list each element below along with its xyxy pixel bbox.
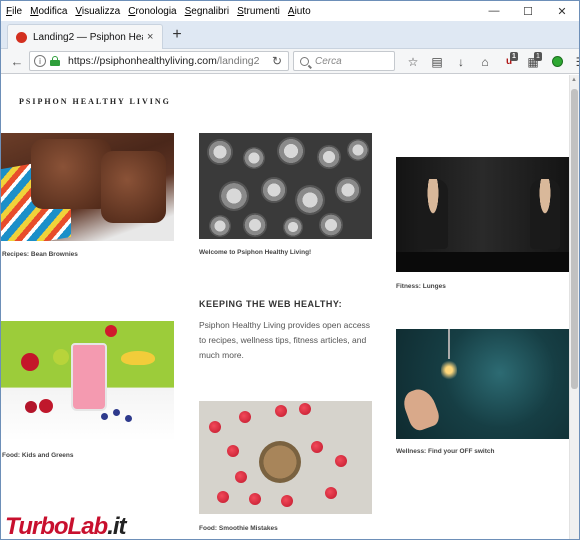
extension-icon[interactable]: ▦ 1 — [521, 52, 545, 71]
section-heading: KEEPING THE WEB HEALTHY: — [199, 299, 343, 309]
menu-segnalibri[interactable]: Segnalibri — [185, 6, 229, 17]
turbolab-watermark-logo: TurboLab.it — [5, 513, 127, 540]
psiphon-status-icon[interactable] — [545, 52, 569, 71]
site-logo[interactable]: PSIPHON HEALTHY LIVING — [19, 97, 171, 106]
home-icon[interactable]: ⌂ — [473, 52, 497, 71]
menu-file[interactable]: File — [6, 6, 22, 17]
menu-modifica[interactable]: Modifica — [30, 6, 67, 17]
card-image-bean-brownies[interactable] — [1, 133, 174, 241]
hamburger-menu-icon[interactable]: ☰ — [569, 52, 579, 71]
bookmark-star-icon[interactable]: ☆ — [401, 52, 425, 71]
ublock-badge: 1 — [510, 52, 518, 61]
window-controls: — ☐ ✕ — [477, 1, 579, 21]
menu-bar: File Modifica Visualizza Cronologia Segn… — [1, 1, 579, 21]
download-icon[interactable]: ↓ — [449, 52, 473, 71]
menu-visualizza[interactable]: Visualizza — [75, 6, 120, 17]
library-icon[interactable]: ▤ — [425, 52, 449, 71]
card-image-welcome[interactable] — [199, 133, 372, 239]
tab-landing2[interactable]: Landing2 — Psiphon Heal... × — [7, 24, 163, 49]
card-caption-smoothie-mistakes[interactable]: Food: Smoothie Mistakes — [199, 525, 278, 532]
search-bar[interactable]: Cerca — [293, 51, 395, 71]
tab-title: Landing2 — Psiphon Heal... — [33, 31, 143, 43]
back-arrow-icon[interactable]: ← — [9, 53, 25, 69]
browser-window: File Modifica Visualizza Cronologia Segn… — [0, 0, 580, 540]
section-text: Psiphon Healthy Living provides open acc… — [199, 320, 371, 360]
watermark-brand: TurboLab — [5, 513, 108, 540]
card-caption-bean-brownies[interactable]: Recipes: Bean Brownies — [2, 251, 78, 258]
menu-aiuto[interactable]: Aiuto — [288, 6, 311, 17]
card-image-smoothie-mistakes[interactable] — [199, 401, 372, 514]
scroll-thumb[interactable] — [571, 89, 578, 389]
card-caption-kids-greens[interactable]: Food: Kids and Greens — [2, 452, 74, 459]
search-icon — [300, 56, 309, 66]
nav-bar: ← i https://psiphonhealthyliving.com/lan… — [1, 49, 579, 74]
extension-badge: 1 — [534, 52, 542, 61]
maximize-button[interactable]: ☐ — [511, 1, 545, 21]
minimize-button[interactable]: — — [477, 1, 511, 21]
reload-icon[interactable]: ↻ — [272, 54, 282, 68]
lock-icon[interactable] — [50, 56, 60, 66]
page-content: PSIPHON HEALTHY LIVING Recipes: Bean Bro… — [1, 75, 569, 539]
card-image-off-switch[interactable] — [396, 329, 569, 439]
card-caption-welcome[interactable]: Welcome to Psiphon Healthy Living! — [199, 249, 311, 256]
watermark-tld: .it — [107, 513, 126, 540]
card-image-kids-greens[interactable] — [1, 321, 174, 441]
page-scrollbar[interactable]: ▲ — [569, 75, 579, 539]
url-path: /landing2 — [216, 55, 260, 67]
menu-cronologia[interactable]: Cronologia — [128, 6, 176, 17]
card-caption-off-switch[interactable]: Wellness: Find your OFF switch — [396, 448, 494, 455]
card-caption-fitness-lunges[interactable]: Fitness: Lunges — [396, 283, 446, 290]
tab-strip: Landing2 — Psiphon Heal... × + — [1, 21, 579, 49]
card-image-fitness-lunges[interactable] — [396, 157, 569, 272]
info-icon[interactable]: i — [34, 55, 46, 67]
new-tab-button[interactable]: + — [167, 24, 187, 46]
toolbar-icons: ☆ ▤ ↓ ⌂ u1 ▦1 ☰ — [401, 52, 579, 71]
tab-close-icon[interactable]: × — [147, 31, 153, 43]
menu-strumenti[interactable]: Strumenti — [237, 6, 280, 17]
scroll-up-arrow-icon[interactable]: ▲ — [571, 77, 577, 83]
psiphon-favicon-icon — [16, 31, 27, 43]
search-placeholder: Cerca — [315, 55, 342, 67]
url-bar[interactable]: i https://psiphonhealthyliving.com/landi… — [29, 51, 289, 71]
url-host: https://psiphonhealthyliving.com — [68, 55, 217, 67]
url-text[interactable]: https://psiphonhealthyliving.com/landing… — [68, 55, 259, 67]
close-window-button[interactable]: ✕ — [545, 1, 579, 21]
ublock-extension-icon[interactable]: u1 — [497, 52, 521, 71]
